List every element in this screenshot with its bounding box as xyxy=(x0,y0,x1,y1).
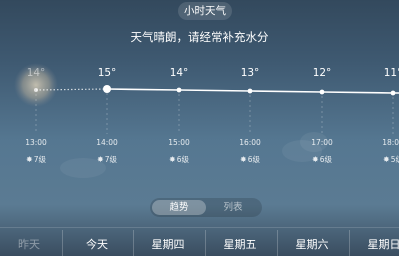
day-separator xyxy=(133,230,134,256)
current-hour-point xyxy=(103,85,111,93)
hour-wind: ✸7级 xyxy=(26,154,46,165)
day-separator xyxy=(62,230,63,256)
day-separator xyxy=(205,230,206,256)
tab-trend[interactable]: 趋势 xyxy=(152,200,206,215)
hour-wind-level: 7级 xyxy=(33,155,46,164)
hour-temp: 13° xyxy=(240,67,260,79)
day-separator xyxy=(277,230,278,256)
wind-direction-icon: ✸ xyxy=(383,155,390,164)
hour-temp: 11° xyxy=(383,67,399,79)
wind-direction-icon: ✸ xyxy=(240,155,247,164)
view-toggle[interactable]: 趋势 列表 xyxy=(150,198,262,217)
future-temp-line xyxy=(106,88,399,94)
wind-direction-icon: ✸ xyxy=(312,155,319,164)
hour-time: 14:00 xyxy=(96,138,118,147)
hour-wind: ✸7级 xyxy=(97,154,117,165)
hour-temp: 14° xyxy=(169,67,189,79)
hour-time: 18:00 xyxy=(382,138,399,147)
hour-time: 17:00 xyxy=(311,138,333,147)
hour-time: 13:00 xyxy=(25,138,47,147)
temperature-curve xyxy=(14,63,399,134)
hour-wind-level: 6级 xyxy=(319,155,332,164)
temp-point xyxy=(176,87,182,93)
day-tab[interactable]: 星期四 xyxy=(133,228,203,256)
temp-point xyxy=(319,89,325,95)
day-tab[interactable]: 星期五 xyxy=(205,228,275,256)
temp-point xyxy=(390,90,396,96)
hour-temp: 14° xyxy=(26,67,46,79)
wind-direction-icon: ✸ xyxy=(26,155,33,164)
temp-point xyxy=(34,88,38,92)
tab-list[interactable]: 列表 xyxy=(206,198,260,217)
hour-wind: ✸6级 xyxy=(169,154,189,165)
hourly-weather-screen: 小时天气 天气晴朗，请经常补充水分 趋势 列表 昨天 今天 星期四 星期五 星期六 星期日… xyxy=(0,0,399,256)
hour-wind: ✸6级 xyxy=(240,154,260,165)
hour-time: 15:00 xyxy=(168,138,190,147)
hour-wind-level: 6级 xyxy=(176,155,189,164)
wind-direction-icon: ✸ xyxy=(97,155,104,164)
day-tab[interactable]: 星期日 xyxy=(349,228,399,256)
hour-time: 16:00 xyxy=(239,138,261,147)
day-tabs: 昨天 今天 星期四 星期五 星期六 星期日 xyxy=(0,228,399,256)
temp-point xyxy=(247,88,253,94)
hour-wind-level: 6级 xyxy=(247,155,260,164)
hour-temp: 15° xyxy=(97,67,117,79)
hour-wind-level: 7级 xyxy=(104,155,117,164)
day-tab[interactable]: 昨天 xyxy=(0,228,58,256)
hour-wind-level: 5级 xyxy=(390,155,399,164)
hour-wind: ✸6级 xyxy=(312,154,332,165)
hour-temp: 12° xyxy=(312,67,332,79)
day-tab[interactable]: 今天 xyxy=(62,228,132,256)
day-separator xyxy=(349,230,350,256)
wind-direction-icon: ✸ xyxy=(169,155,176,164)
hour-wind: ✸5级 xyxy=(383,154,399,165)
day-tab[interactable]: 星期六 xyxy=(277,228,347,256)
